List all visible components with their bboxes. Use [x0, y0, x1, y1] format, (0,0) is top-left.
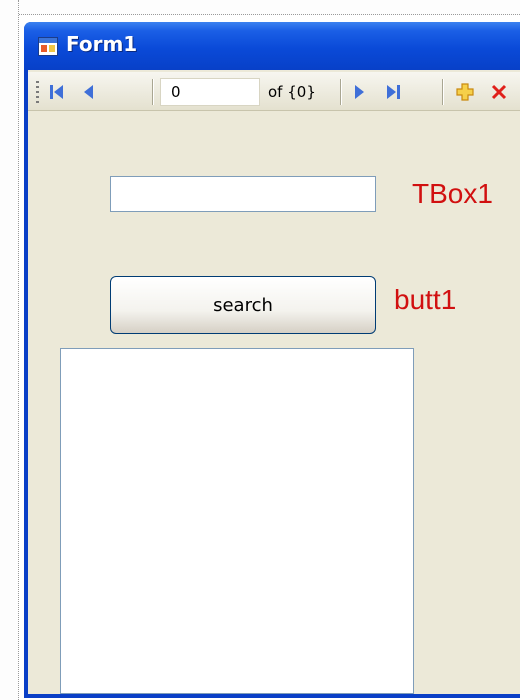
window-title: Form1: [66, 32, 138, 56]
move-last-icon[interactable]: [382, 82, 404, 102]
form-window: Form1 0 of {0} TBox1 search butt1: [24, 22, 520, 698]
butt1-caption: butt1: [394, 284, 457, 315]
toolstrip-grip-icon[interactable]: [36, 81, 39, 103]
move-next-icon[interactable]: [348, 82, 370, 102]
tbox1-caption: TBox1: [412, 178, 493, 209]
move-first-icon[interactable]: [46, 82, 68, 102]
form-icon[interactable]: [38, 37, 58, 56]
form-client-area: 0 of {0} TBox1 search butt1: [28, 70, 520, 694]
toolbar-separator: [152, 79, 153, 105]
position-item-value: 0: [171, 83, 181, 101]
add-new-icon[interactable]: [454, 82, 476, 102]
results-listbox[interactable]: [60, 348, 414, 694]
desktop-border-left: [0, 0, 19, 700]
count-item-label: of {0}: [268, 83, 316, 101]
search-button[interactable]: search: [110, 276, 376, 334]
delete-icon[interactable]: [488, 82, 510, 102]
position-item-box[interactable]: 0: [160, 78, 260, 106]
tbox1-input[interactable]: [110, 176, 376, 212]
toolbar-separator: [442, 79, 443, 105]
title-bar[interactable]: Form1: [24, 22, 520, 70]
binding-navigator: 0 of {0}: [28, 72, 520, 111]
move-previous-icon[interactable]: [78, 82, 100, 102]
toolbar-separator: [340, 79, 341, 105]
desktop-border-top: [0, 0, 520, 15]
